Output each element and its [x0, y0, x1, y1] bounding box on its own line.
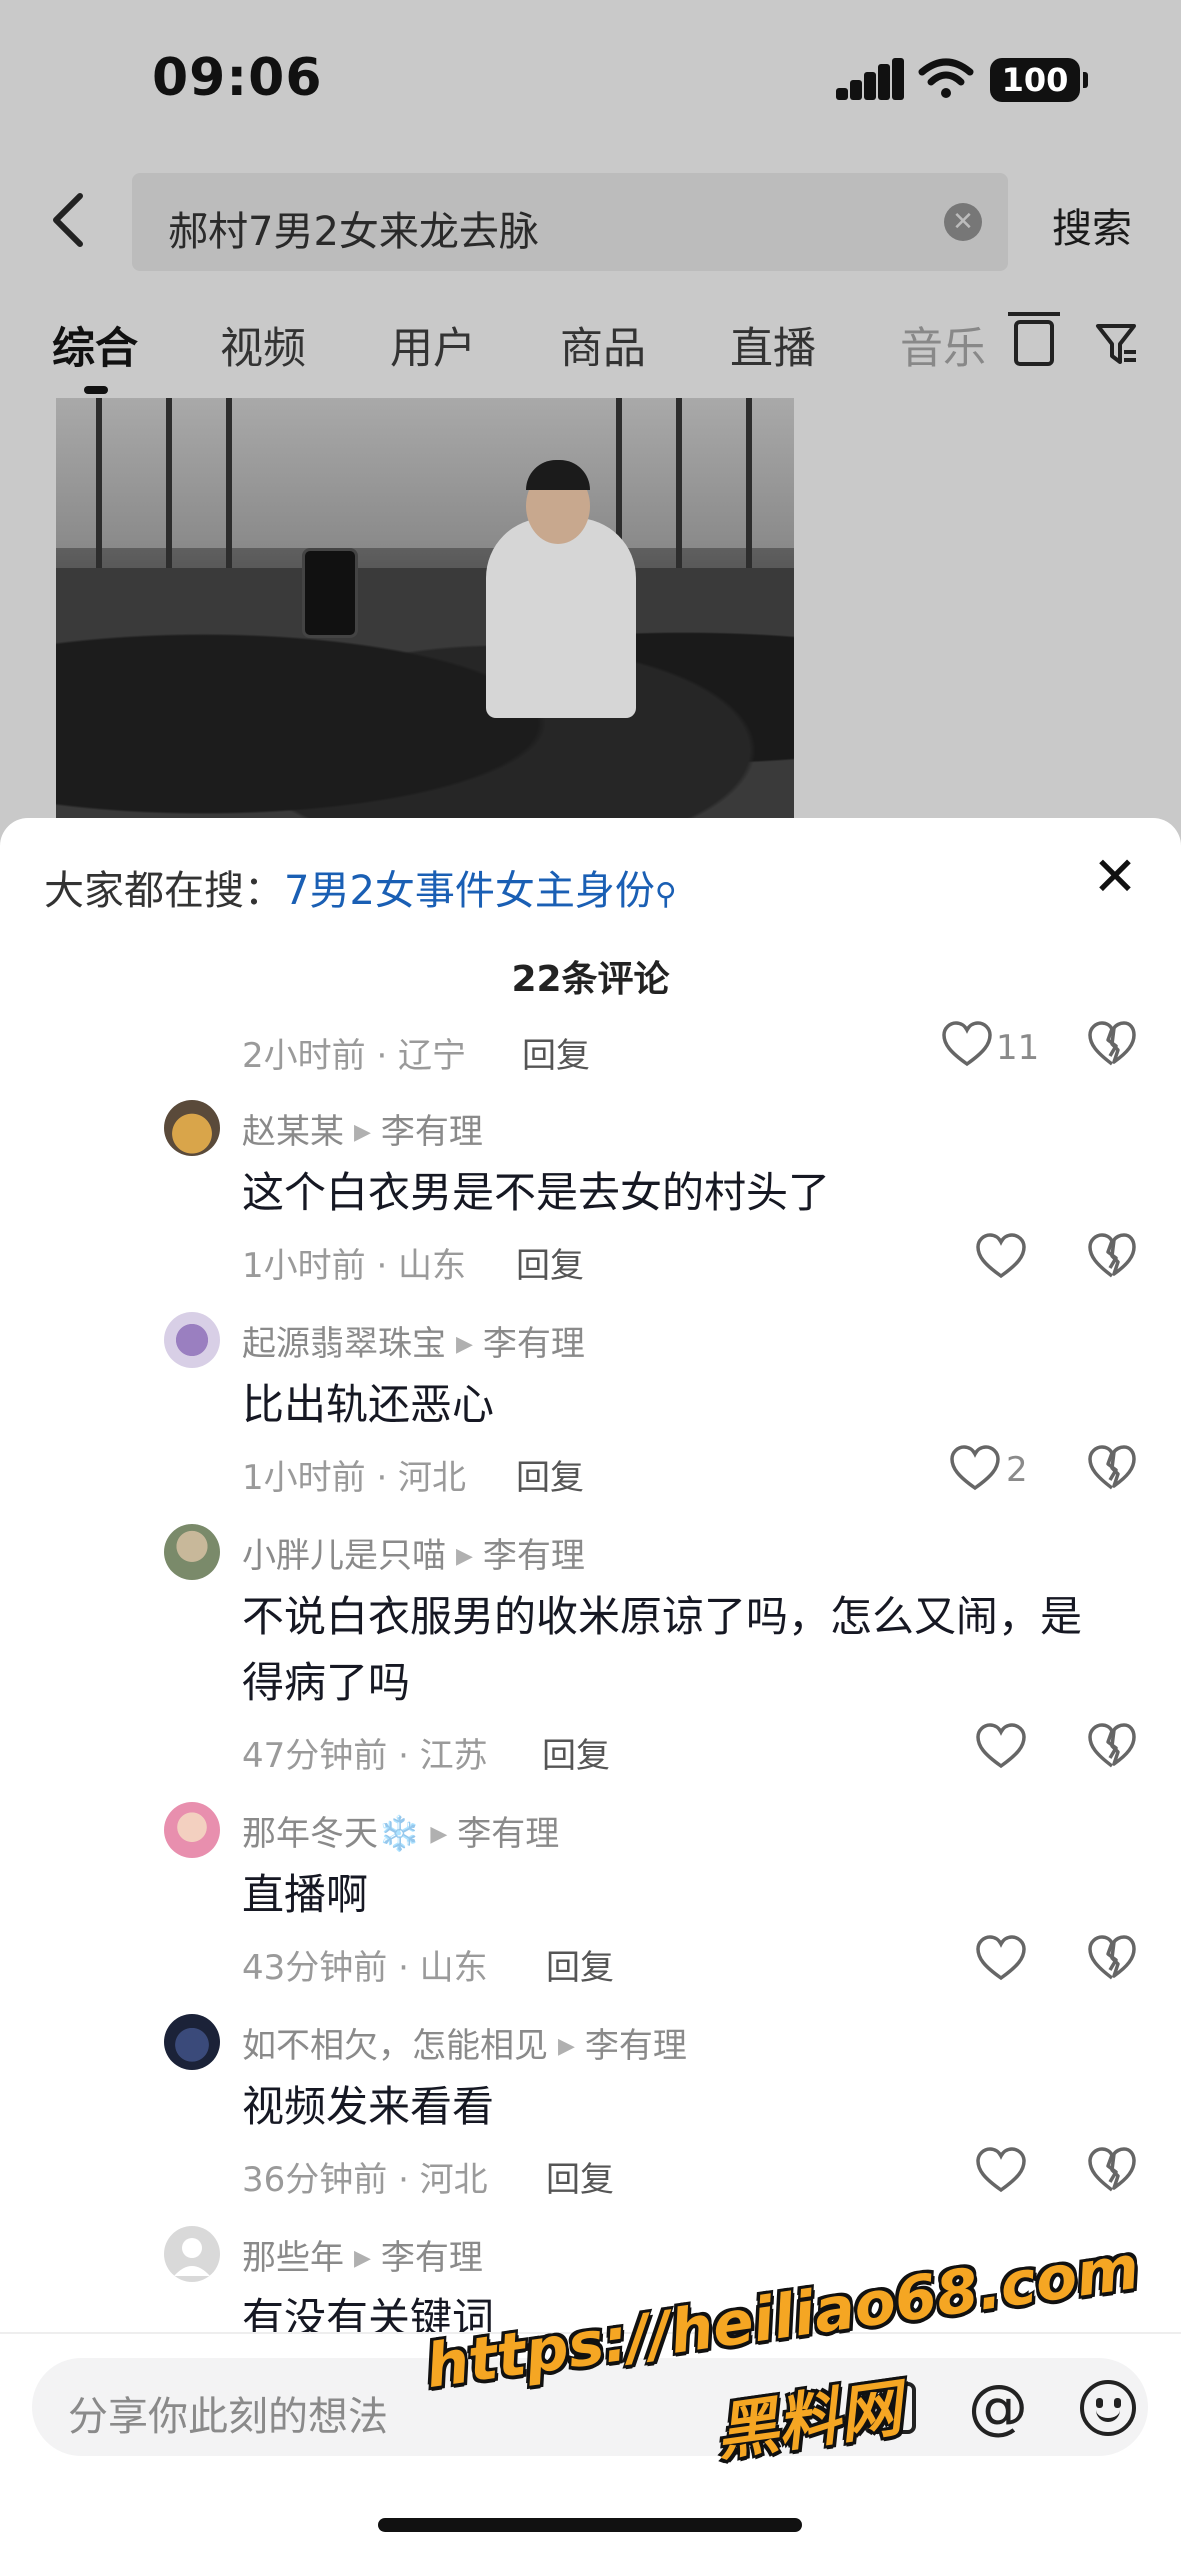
emoji-icon[interactable]	[1080, 2380, 1136, 2436]
cellular-signal-icon	[836, 58, 904, 100]
tab-products[interactable]: 商品	[560, 314, 646, 376]
chevron-left-icon	[53, 193, 83, 247]
search-button[interactable]: 搜索	[1052, 196, 1132, 254]
like-count: 2	[1006, 1450, 1028, 1490]
comment-author-line: 那年冬天❄️ ▶ 李有理	[242, 1806, 559, 1855]
comment-author[interactable]: 起源翡翠珠宝	[242, 1324, 446, 1364]
reply-to-user[interactable]: 李有理	[381, 1112, 483, 1152]
comment-input-placeholder[interactable]: 分享你此刻的想法	[68, 2384, 388, 2442]
avatar[interactable]	[164, 1312, 220, 1368]
search-query[interactable]: 郝村7男2女来龙去脉	[168, 199, 539, 257]
comment-author-line: 起源翡翠珠宝 ▶ 李有理	[242, 1316, 585, 1365]
dislike-icon[interactable]	[1086, 2146, 1138, 2196]
reply-arrow-icon: ▶	[456, 1332, 473, 1357]
comment-input[interactable]: 分享你此刻的想法 @	[32, 2358, 1148, 2456]
search-input[interactable]: 郝村7男2女来龙去脉 ✕	[132, 173, 1008, 271]
reply-arrow-icon: ▶	[354, 2246, 371, 2271]
comment-time-location: 1小时前 · 河北	[242, 1458, 467, 1498]
comment-time-location: 1小时前 · 山东	[242, 1246, 467, 1286]
reply-button[interactable]: 回复	[522, 1028, 590, 1077]
tab-all[interactable]: 综合	[52, 314, 138, 376]
hot-search-term[interactable]: 7男2女事件女主身份	[284, 868, 655, 914]
tab-users[interactable]: 用户	[390, 314, 476, 376]
dislike-icon[interactable]	[1086, 1444, 1138, 1494]
avatar[interactable]	[164, 1802, 220, 1858]
comment-author[interactable]: 赵某某	[242, 1112, 344, 1152]
reply-arrow-icon: ▶	[456, 1544, 473, 1569]
comment-author-line: 小胖儿是只喵 ▶ 李有理	[242, 1528, 585, 1577]
comment-text: 比出轨还恶心	[242, 1380, 495, 1429]
status-bar: 09:06 100	[0, 0, 1181, 160]
dislike-icon[interactable]	[1086, 1020, 1138, 1070]
reply-button[interactable]: 回复	[516, 1238, 584, 1287]
mention-icon[interactable]: @	[968, 2372, 1028, 2442]
filter-icon[interactable]	[1094, 320, 1138, 368]
tab-video[interactable]: 视频	[220, 314, 306, 376]
reply-to-user[interactable]: 李有理	[585, 2026, 687, 2066]
tab-music[interactable]: 音乐	[900, 314, 986, 376]
avatar[interactable]	[164, 1100, 220, 1156]
video-thumbnail[interactable]	[56, 398, 794, 818]
comment-time-location: 47分钟前 · 江苏	[242, 1736, 488, 1776]
hot-search-suggestion[interactable]: 大家都在搜：7男2女事件女主身份⚲	[44, 858, 677, 916]
comment-count: 22条评论	[511, 959, 670, 1000]
close-icon[interactable]: ✕	[1090, 850, 1140, 904]
search-header: 郝村7男2女来龙去脉 ✕ 搜索	[0, 170, 1181, 274]
avatar[interactable]	[164, 2014, 220, 2070]
reply-arrow-icon: ▶	[558, 2034, 575, 2059]
avatar[interactable]	[164, 1524, 220, 1580]
avatar[interactable]	[164, 2226, 220, 2282]
comment-time-location: 2小时前 · 辽宁	[242, 1036, 467, 1076]
comment-text: 这个白衣男是不是去女的村头了	[242, 1168, 831, 1217]
reply-button[interactable]: 回复	[546, 1940, 614, 1989]
comment-author[interactable]: 那年冬天❄️	[242, 1814, 420, 1854]
home-indicator	[378, 2518, 802, 2532]
comment-text: 不说白衣服男的收米原谅了吗，怎么又闹，是得病了吗	[242, 1592, 1083, 1707]
comment-author[interactable]: 那些年	[242, 2238, 344, 2278]
battery-icon: 100	[990, 58, 1088, 102]
reply-button[interactable]: 回复	[546, 2152, 614, 2201]
reply-to-user[interactable]: 李有理	[483, 1536, 585, 1576]
active-tab-indicator	[84, 386, 108, 394]
search-tabs: 综合 视频 用户 商品 直播 音乐	[0, 300, 1181, 400]
reply-arrow-icon: ▶	[430, 1822, 448, 1847]
dislike-icon[interactable]	[1086, 1232, 1138, 1282]
reply-to-user[interactable]: 李有理	[381, 2238, 483, 2278]
layout-toggle-icon[interactable]	[1008, 312, 1060, 366]
comment-author-line: 赵某某 ▶ 李有理	[242, 1104, 483, 1153]
reply-to-user[interactable]: 李有理	[483, 1324, 585, 1364]
reply-arrow-icon: ▶	[354, 1120, 371, 1145]
search-small-icon: ⚲	[654, 877, 677, 912]
tab-live[interactable]: 直播	[730, 314, 816, 376]
status-time: 09:06	[152, 48, 323, 108]
reply-button[interactable]: 回复	[516, 1450, 584, 1499]
comment-author[interactable]: 如不相欠，怎能相见	[242, 2026, 548, 2066]
like-icon[interactable]	[974, 1934, 1028, 1984]
reply-to-user[interactable]: 李有理	[457, 1814, 559, 1854]
wifi-icon	[918, 58, 974, 98]
comment-time-location: 43分钟前 · 山东	[242, 1948, 488, 1988]
like-icon[interactable]	[948, 1444, 1002, 1494]
like-icon[interactable]	[974, 1232, 1028, 1282]
comment-author-line: 如不相欠，怎能相见 ▶ 李有理	[242, 2018, 687, 2067]
comment-author[interactable]: 小胖儿是只喵	[242, 1536, 446, 1576]
comment-author-line: 那些年 ▶ 李有理	[242, 2230, 483, 2279]
dislike-icon[interactable]	[1086, 1934, 1138, 1984]
like-icon[interactable]	[974, 1722, 1028, 1772]
image-icon[interactable]	[864, 2382, 916, 2434]
reply-button[interactable]: 回复	[542, 1728, 610, 1777]
like-icon[interactable]	[974, 2146, 1028, 2196]
hot-search-label: 大家都在搜：	[44, 868, 284, 914]
dislike-icon[interactable]	[1086, 1722, 1138, 1772]
default-avatar-icon	[174, 2238, 210, 2276]
comment-text: 直播啊	[242, 1870, 369, 1919]
like-count: 11	[996, 1028, 1040, 1068]
back-button[interactable]	[48, 190, 108, 254]
comment-time-location: 36分钟前 · 河北	[242, 2160, 488, 2200]
comment-text: 视频发来看看	[242, 2082, 495, 2131]
clear-search-icon[interactable]: ✕	[944, 203, 982, 241]
like-icon[interactable]	[940, 1020, 994, 1070]
comment-sheet: 大家都在搜：7男2女事件女主身份⚲ ✕ 22条评论 2小时前 · 辽宁 回复 1…	[0, 818, 1181, 2560]
